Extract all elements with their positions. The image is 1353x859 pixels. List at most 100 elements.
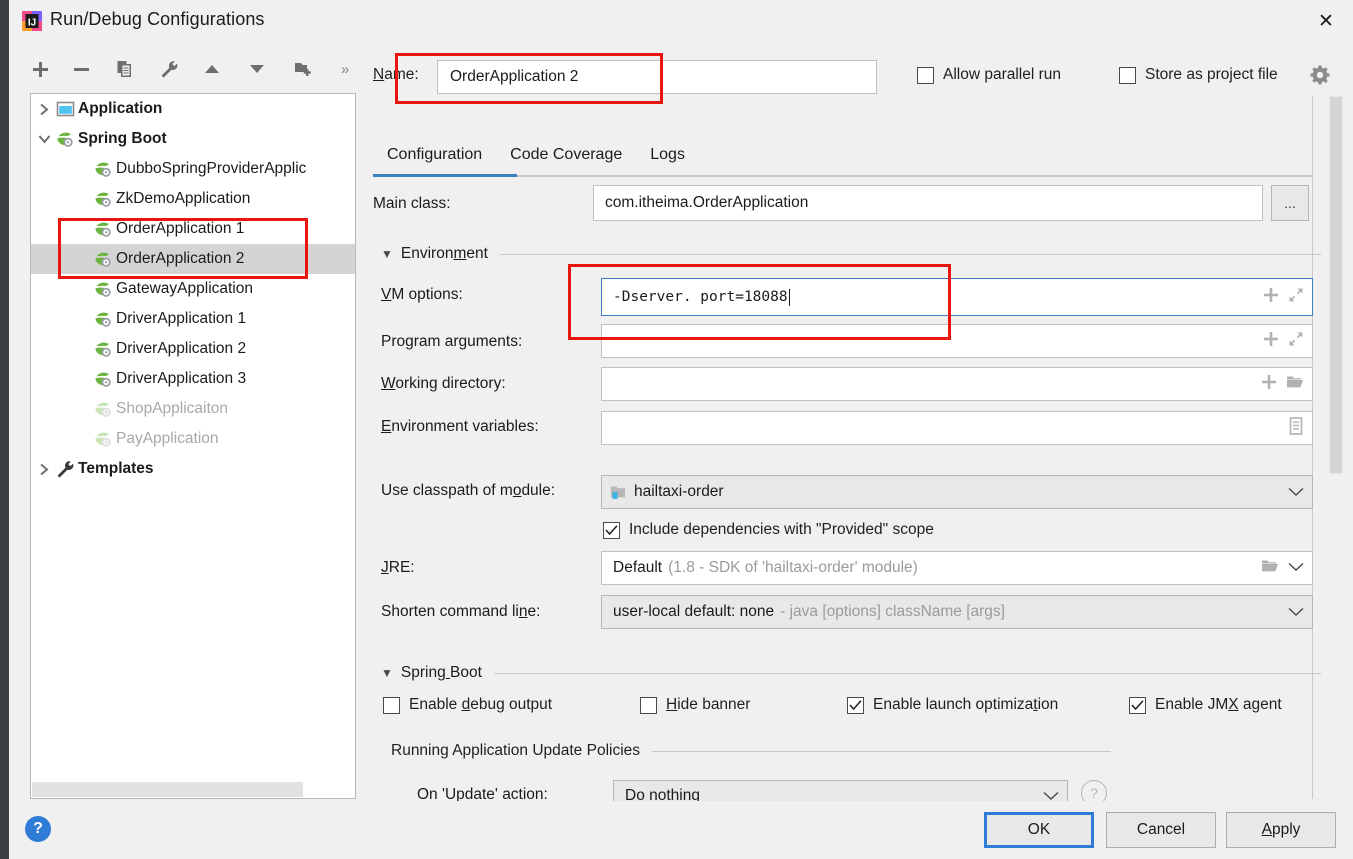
program-arguments-input[interactable]: [601, 324, 1313, 358]
spring-boot-section-label: Spring Boot: [400, 664, 482, 681]
chevron-right-icon[interactable]: [38, 103, 51, 116]
tree-item-gatewayapplication[interactable]: GatewayApplication: [31, 274, 355, 304]
tree-item-orderapplication-2[interactable]: OrderApplication 2: [31, 244, 355, 274]
tree-hscroll-thumb[interactable]: [32, 782, 303, 797]
close-glyph: ✕: [1318, 10, 1334, 32]
shorten-command-line-combo[interactable]: user-local default: none - java [options…: [601, 595, 1313, 629]
jre-combo[interactable]: Default (1.8 - SDK of 'hailtaxi-order' m…: [601, 551, 1313, 585]
environment-section-header[interactable]: ▼ Environment: [381, 245, 1321, 263]
allow-parallel-run-checkbox[interactable]: Allow parallel run: [917, 66, 1061, 84]
tree-item-shopapplicaiton[interactable]: ShopApplicaiton: [31, 394, 355, 424]
spring-boot-icon: [94, 190, 113, 209]
text-caret: [788, 288, 790, 306]
expand-icon[interactable]: [1288, 331, 1304, 352]
plus-icon[interactable]: [1263, 287, 1279, 308]
folder-icon[interactable]: [1286, 374, 1304, 395]
tree-item-spring-boot[interactable]: Spring Boot: [31, 124, 355, 154]
dialog-surface: IJ Run/Debug Configurations ✕ » Applicat…: [9, 0, 1353, 859]
main-class-browse-label: ...: [1284, 195, 1296, 211]
folder-icon[interactable]: [1261, 558, 1279, 579]
settings-vertical-scrollbar[interactable]: [1329, 96, 1343, 799]
help-button[interactable]: ?: [25, 816, 51, 842]
store-as-project-file-box: [1119, 66, 1136, 84]
use-classpath-chevron[interactable]: [1288, 476, 1304, 508]
folder-add-icon[interactable]: [286, 52, 320, 86]
name-label: Name:: [373, 66, 419, 83]
expand-icon[interactable]: [1288, 287, 1304, 308]
shorten-command-line-label: Shorten command line:: [381, 603, 541, 620]
configurations-tree[interactable]: Application Spring Boot DubboSpringProvi…: [30, 93, 356, 799]
tree-item-orderapplication-1[interactable]: OrderApplication 1: [31, 214, 355, 244]
tree-item-application[interactable]: Application: [31, 94, 355, 124]
on-update-action-help-glyph: ?: [1090, 785, 1098, 801]
plus-icon[interactable]: [1261, 374, 1277, 395]
spring-boot-section-header[interactable]: ▼ Spring Boot: [381, 664, 1321, 682]
hide-banner-checkbox[interactable]: Hide banner: [640, 696, 750, 714]
tree-item-zkdemoapplication[interactable]: ZkDemoApplication: [31, 184, 355, 214]
store-as-project-file-checkbox[interactable]: Store as project file: [1119, 66, 1278, 84]
tab-code-coverage[interactable]: Code Coverage: [496, 138, 636, 172]
spring-boot-icon: [94, 220, 113, 239]
chevron-right-icon[interactable]: [38, 463, 51, 476]
main-class-input[interactable]: com.itheima.OrderApplication: [593, 185, 1263, 221]
include-provided-scope-checkbox[interactable]: Include dependencies with "Provided" sco…: [603, 521, 934, 539]
tab-active-indicator: [373, 174, 517, 177]
use-classpath-of-module-label: Use classpath of module:: [381, 482, 556, 499]
ok-button[interactable]: OK: [984, 812, 1094, 848]
configurations-toolbar: »: [23, 52, 363, 90]
vm-options-input[interactable]: -Dserver. port=18088: [601, 278, 1313, 316]
tree-item-dubbospringproviderapplic[interactable]: DubboSpringProviderApplic: [31, 154, 355, 184]
use-classpath-of-module-combo[interactable]: hailtaxi-order: [601, 475, 1313, 509]
update-policies-title: Running Application Update Policies: [391, 742, 641, 759]
enable-debug-output-label: Enable debug output: [409, 696, 553, 713]
chevron-down-icon[interactable]: [1288, 559, 1304, 577]
enable-debug-output-box: [383, 696, 400, 714]
tree-horizontal-scrollbar[interactable]: [32, 782, 355, 797]
working-directory-input[interactable]: [601, 367, 1313, 401]
list-icon[interactable]: [1288, 416, 1304, 440]
more-options-button[interactable]: »: [328, 52, 362, 86]
environment-variables-input[interactable]: [601, 411, 1313, 445]
tree-item-driverapplication-1[interactable]: DriverApplication 1: [31, 304, 355, 334]
settings-vscroll-thumb[interactable]: [1329, 96, 1343, 474]
cancel-button[interactable]: Cancel: [1106, 812, 1216, 848]
name-input[interactable]: OrderApplication 2: [437, 60, 877, 94]
spring-boot-icon: [94, 160, 113, 179]
add-configuration-button[interactable]: [23, 52, 57, 86]
environment-variables-field-icons: [1288, 412, 1304, 444]
tree-item-templates[interactable]: Templates: [31, 454, 355, 484]
enable-jmx-agent-checkbox[interactable]: Enable JMX agent: [1129, 696, 1282, 714]
plus-icon[interactable]: [1263, 331, 1279, 352]
include-provided-scope-box: [603, 521, 620, 539]
spring-boot-icon: [94, 310, 113, 329]
environment-section-label: Environment: [400, 245, 488, 262]
window-title: Run/Debug Configurations: [50, 9, 265, 29]
tree-item-label: OrderApplication 2: [116, 250, 245, 267]
tree-item-payapplication[interactable]: PayApplication: [31, 424, 355, 454]
close-icon[interactable]: ✕: [1299, 0, 1353, 42]
move-down-button[interactable]: [240, 52, 274, 86]
main-class-browse-button[interactable]: ...: [1271, 185, 1309, 221]
enable-debug-output-checkbox[interactable]: Enable debug output: [383, 696, 552, 714]
remove-configuration-button[interactable]: [64, 52, 98, 86]
chevron-down-icon[interactable]: [38, 133, 51, 146]
enable-launch-optimization-checkbox[interactable]: Enable launch optimization: [847, 696, 1058, 714]
tree-item-label: PayApplication: [116, 430, 219, 447]
gear-dropdown-icon[interactable]: [1309, 64, 1331, 90]
move-up-button[interactable]: [195, 52, 229, 86]
tab-logs[interactable]: Logs: [636, 138, 699, 172]
tree-item-driverapplication-2[interactable]: DriverApplication 2: [31, 334, 355, 364]
tree-item-label: OrderApplication 1: [116, 220, 245, 237]
shorten-command-line-chevron[interactable]: [1288, 596, 1304, 628]
tree-item-driverapplication-3[interactable]: DriverApplication 3: [31, 364, 355, 394]
svg-text:IJ: IJ: [28, 18, 36, 29]
shorten-command-line-value: user-local default: none: [613, 603, 775, 620]
shorten-command-line-hint: - java [options] className [args]: [780, 603, 1005, 620]
copy-configuration-icon[interactable]: [108, 52, 142, 86]
vm-options-field-icons: [1263, 279, 1304, 315]
wrench-icon: [56, 460, 75, 479]
tab-configuration[interactable]: Configuration: [373, 138, 496, 172]
apply-button[interactable]: Apply: [1226, 812, 1336, 848]
tree-rows: Application Spring Boot DubboSpringProvi…: [31, 94, 355, 484]
wrench-icon[interactable]: [152, 52, 186, 86]
